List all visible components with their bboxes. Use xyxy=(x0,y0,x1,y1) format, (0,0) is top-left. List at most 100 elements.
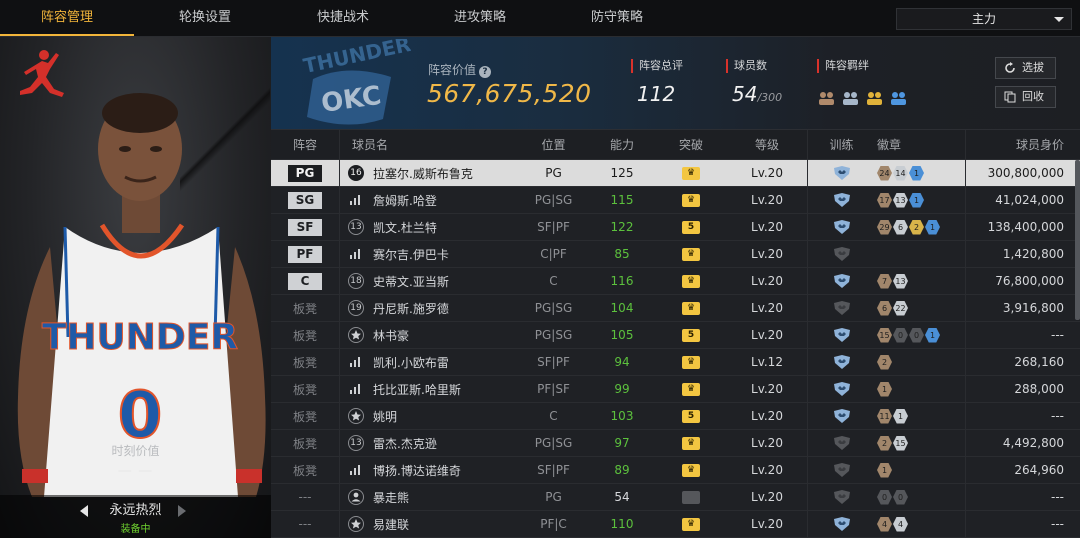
slot-cell[interactable]: C xyxy=(271,268,340,294)
breakthrough-cell: ♛ xyxy=(655,349,727,375)
training-cell[interactable] xyxy=(807,187,875,213)
training-shield-icon xyxy=(833,301,850,315)
tab-rotation[interactable]: 轮换设置 xyxy=(138,0,272,36)
position-cell: SF|PF xyxy=(537,463,570,477)
tab-quick-tactics[interactable]: 快捷战术 xyxy=(276,0,410,36)
player-value-cell: --- xyxy=(1051,517,1064,531)
training-cell[interactable] xyxy=(807,349,875,375)
table-row[interactable]: SG 詹姆斯.哈登 PG|SG 115 ♛ Lv.20 17 13 1 41,024,000 xyxy=(271,187,1080,214)
badges-cell[interactable]: 29 6 2 1 xyxy=(875,214,966,240)
breakthrough-cell: 5 xyxy=(655,403,727,429)
slot-cell[interactable]: SG xyxy=(271,187,340,213)
arrow-right-icon[interactable] xyxy=(178,505,186,517)
slot-cell[interactable]: 板凳 xyxy=(271,295,340,321)
tab-defense[interactable]: 防守策略 xyxy=(550,0,684,36)
table-row[interactable]: SF 13 凯文.杜兰特 SF|PF 122 5 Lv.20 29 6 2 1 138,400,000 xyxy=(271,214,1080,241)
lineup-dropdown[interactable]: 主力 xyxy=(896,8,1072,30)
level-cell: Lv.20 xyxy=(751,274,783,288)
slot-cell[interactable]: PG xyxy=(271,160,340,186)
recall-button[interactable]: 回收 xyxy=(995,86,1056,108)
slot-cell[interactable]: 板凳 xyxy=(271,403,340,429)
table-row[interactable]: --- 易建联 PF|C 110 ♛ Lv.20 4 4 --- xyxy=(271,511,1080,538)
table-row[interactable]: 板凳 姚明 C 103 5 Lv.20 11 1 --- xyxy=(271,403,1080,430)
training-cell[interactable] xyxy=(807,376,875,402)
training-cell[interactable] xyxy=(807,457,875,483)
training-cell[interactable] xyxy=(807,295,875,321)
bond-icons[interactable] xyxy=(817,89,909,107)
slot-cell[interactable]: 板凳 xyxy=(271,430,340,456)
table-row[interactable]: PF 赛尔吉.伊巴卡 C|PF 85 ♛ Lv.20 1,420,800 xyxy=(271,241,1080,268)
player-card[interactable]: THUNDER 0 时刻价值 — — 永远热烈 装备中 xyxy=(0,37,271,538)
ability-cell: 105 xyxy=(610,328,634,342)
col-slot: 阵容 xyxy=(271,130,340,159)
badges-cell[interactable] xyxy=(875,241,966,267)
slot-cell[interactable]: --- xyxy=(271,484,340,510)
training-cell[interactable] xyxy=(807,430,875,456)
training-cell[interactable] xyxy=(807,160,875,186)
skin-status: 装备中 xyxy=(120,524,151,535)
player-value-cell: 1,420,800 xyxy=(1002,247,1064,261)
badges-cell[interactable]: 00 xyxy=(875,484,966,510)
training-cell[interactable] xyxy=(807,268,875,294)
slot-cell[interactable]: 板凳 xyxy=(271,322,340,348)
player-count-label: 球员数 xyxy=(726,59,782,73)
badges-cell[interactable]: 44 xyxy=(875,511,966,537)
player-name: 托比亚斯.哈里斯 xyxy=(373,382,461,397)
breakthrough-cell: ♛ xyxy=(655,187,727,213)
position-cell: SF|PF xyxy=(537,220,570,234)
chevron-down-icon xyxy=(1054,17,1064,22)
slot-cell[interactable]: SF xyxy=(271,214,340,240)
badge-hex: 2 xyxy=(909,219,924,235)
training-cell[interactable] xyxy=(807,322,875,348)
badges-cell[interactable]: 17 13 1 xyxy=(875,187,966,213)
badges-cell[interactable]: 15 0 0 1 xyxy=(875,322,966,348)
table-row[interactable]: 板凳 林书豪 PG|SG 105 5 Lv.20 15 0 0 1 --- xyxy=(271,322,1080,349)
badges-cell[interactable]: 7 13 xyxy=(875,268,966,294)
table-row[interactable]: 板凳 19 丹尼斯.施罗德 PG|SG 104 ♛ Lv.20 6 22 3,916,800 xyxy=(271,295,1080,322)
badges-cell[interactable]: 2 15 xyxy=(875,430,966,456)
table-row[interactable]: 板凳 凯利.小欧布雷 SF|PF 94 ♛ Lv.12 2 268,160 xyxy=(271,349,1080,376)
position-cell: PG xyxy=(545,166,562,180)
table-row[interactable]: PG 16 拉塞尔.威斯布鲁克 PG 125 ♛ Lv.20 24 14 1 300,800,000 xyxy=(271,160,1080,187)
table-row[interactable]: 板凳 13 雷杰.杰克逊 PG|SG 97 ♛ Lv.20 2 15 4,492,800 xyxy=(271,430,1080,457)
slot-cell[interactable]: --- xyxy=(271,511,340,537)
col-ability: 能力 xyxy=(609,138,634,152)
tab-lineup[interactable]: 阵容管理 xyxy=(0,0,134,36)
tab-offense[interactable]: 进攻策略 xyxy=(413,0,547,36)
badge-hex: 13 xyxy=(893,192,908,208)
training-cell[interactable] xyxy=(807,241,875,267)
table-row[interactable]: 板凳 博扬.博达诺维奇 SF|PF 89 ♛ Lv.20 1 264,960 xyxy=(271,457,1080,484)
position-cell: PF|SF xyxy=(537,382,570,396)
slot-cell[interactable]: PF xyxy=(271,241,340,267)
table-row[interactable]: --- 暴走熊 PG 54 Lv.20 0 0 --- xyxy=(271,484,1080,511)
slot-cell[interactable]: 板凳 xyxy=(271,376,340,402)
player-value-cell: --- xyxy=(1051,409,1064,423)
bond-icon xyxy=(843,92,858,105)
badge-hex: 1 xyxy=(877,381,892,397)
slot-cell[interactable]: 板凳 xyxy=(271,349,340,375)
arrow-left-icon[interactable] xyxy=(80,505,88,517)
slot-cell[interactable]: 板凳 xyxy=(271,457,340,483)
crown-icon: ♛ xyxy=(682,274,700,288)
refresh-icon xyxy=(1005,62,1015,73)
training-cell[interactable] xyxy=(807,403,875,429)
training-cell[interactable] xyxy=(807,214,875,240)
badges-cell[interactable]: 24 14 1 xyxy=(875,160,966,186)
player-name: 丹尼斯.施罗德 xyxy=(373,301,449,316)
scrollbar[interactable] xyxy=(1075,160,1080,320)
badges-cell[interactable]: 11 1 xyxy=(875,403,966,429)
training-cell[interactable] xyxy=(807,511,875,537)
select-button[interactable]: 选拔 xyxy=(995,57,1056,79)
level-cell: Lv.20 xyxy=(751,436,783,450)
training-cell[interactable] xyxy=(807,484,875,510)
help-icon[interactable]: ? xyxy=(479,66,492,78)
table-row[interactable]: 板凳 托比亚斯.哈里斯 PF|SF 99 ♛ Lv.20 1 288,000 xyxy=(271,376,1080,403)
position-cell: C xyxy=(549,409,558,423)
badges-cell[interactable]: 6 22 xyxy=(875,295,966,321)
badges-cell[interactable]: 1 xyxy=(875,457,966,483)
table-row[interactable]: C 18 史蒂文.亚当斯 C 116 ♛ Lv.20 7 13 76,800,000 xyxy=(271,268,1080,295)
badges-cell[interactable]: 1 xyxy=(875,376,966,402)
badges-cell[interactable]: 2 xyxy=(875,349,966,375)
training-shield-icon xyxy=(833,220,850,234)
training-shield-icon xyxy=(833,274,850,288)
